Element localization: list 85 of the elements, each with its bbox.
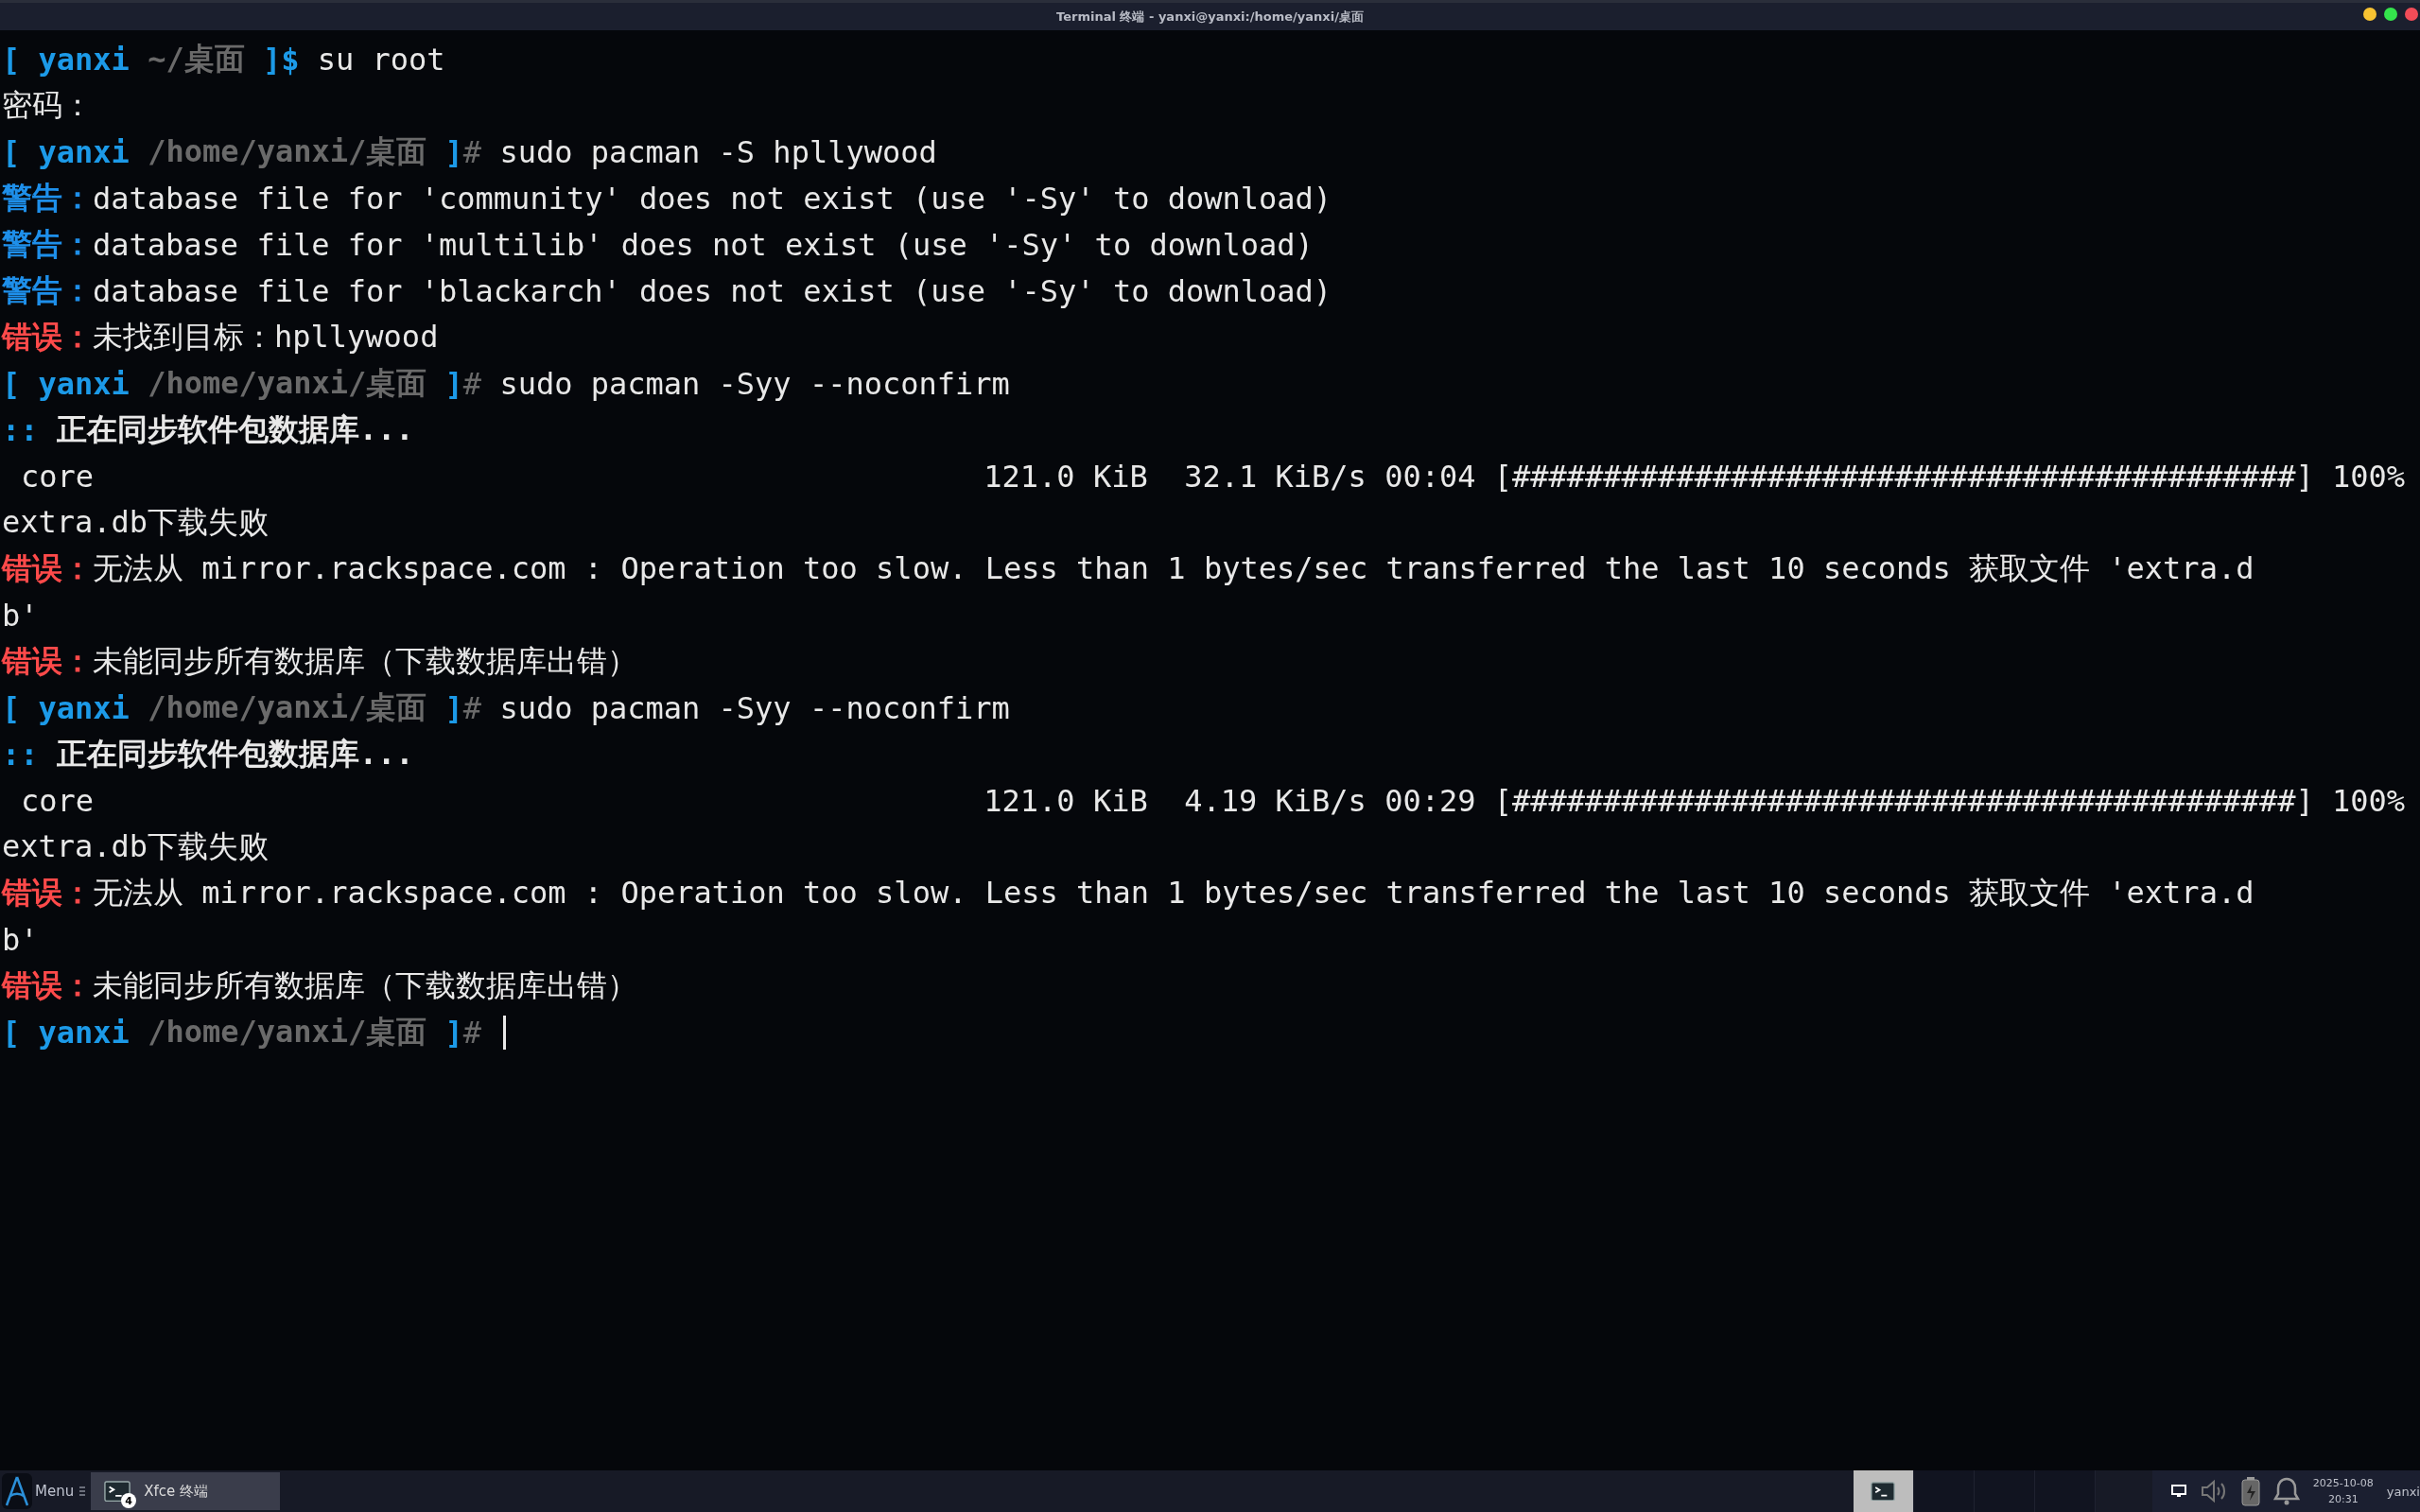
progress-percent: 100% xyxy=(2331,782,2405,819)
prompt-bracket: ] xyxy=(444,365,463,402)
output-text: database file for 'blackarch' does not exist (use '-Sy' to download) xyxy=(93,272,1332,309)
error-label: 错误： xyxy=(2,641,93,681)
sync-text: 正在同步软件包数据库... xyxy=(56,409,414,449)
error-label: 错误： xyxy=(2,317,93,356)
package-name: core xyxy=(21,458,95,495)
output-text: database file for 'multilib' does not exist (use '-Sy' to download) xyxy=(93,226,1314,263)
progress-percent: 100% xyxy=(2331,458,2405,495)
app-menu-icon[interactable] xyxy=(2,1473,32,1509)
output-text: 无法从 mirror.rackspace.com : Operation too slow. Less than 1 bytes/sec transferred the last 10 seconds 获取文件 'extra.d xyxy=(93,548,2255,588)
prompt-symbol: # xyxy=(462,689,482,726)
notification-bell-icon[interactable] xyxy=(2272,1477,2300,1505)
elapsed-time: 00:04 xyxy=(1384,458,1476,495)
command-text: su root xyxy=(317,41,445,78)
output-text: b' xyxy=(2,921,39,958)
prompt-bracket: [ xyxy=(2,133,21,170)
menu-label[interactable]: Menu xyxy=(35,1483,75,1500)
menu-icon[interactable] xyxy=(79,1486,86,1497)
prompt-symbol: # xyxy=(462,133,482,170)
workspace-button[interactable] xyxy=(1853,1470,1914,1512)
prompt-path: /home/yanxi/桌面 xyxy=(148,131,427,171)
warning-label: 警告： xyxy=(2,178,93,217)
prompt-user: yanxi xyxy=(38,41,130,78)
prompt-bracket: [ xyxy=(2,41,21,78)
output-text: extra.db下载失败 xyxy=(2,826,270,866)
prompt-path: /home/yanxi/桌面 xyxy=(148,1012,427,1051)
prompt-bracket: [ xyxy=(2,365,21,402)
sync-marker: :: xyxy=(2,411,39,448)
clock-time: 20:31 xyxy=(2327,1493,2359,1505)
output-text: 未能同步所有数据库（下载数据库出错） xyxy=(93,965,637,1005)
clock-date: 2025-10-08 xyxy=(2312,1477,2374,1489)
prompt-symbol: # xyxy=(462,365,482,402)
prompt-bracket: [ xyxy=(2,1014,21,1051)
output-text: 未能同步所有数据库（下载数据库出错） xyxy=(93,641,637,681)
terminal-icon xyxy=(104,1480,131,1503)
window-title: Terminal 终端 - yanxi@yanxi:/home/yanxi/桌面 xyxy=(1056,8,1364,26)
command-text: sudo pacman -Syy --noconfirm xyxy=(499,365,1010,402)
command-text: sudo pacman -S hpllywood xyxy=(499,133,937,170)
output-text: b' xyxy=(2,597,39,634)
error-label: 错误： xyxy=(2,873,93,912)
window-count-badge: 4 xyxy=(121,1493,137,1508)
error-label: 错误： xyxy=(2,548,93,588)
output-text: 未找到目标：hpllywood xyxy=(93,317,439,356)
terminal-icon xyxy=(1871,1481,1896,1502)
prompt-symbol: $ xyxy=(281,41,300,78)
download-size: 121.0 KiB xyxy=(984,458,1148,495)
close-button[interactable] xyxy=(2405,8,2418,21)
warning-label: 警告： xyxy=(2,224,93,264)
progress-hash-text: [###########################################] xyxy=(1493,782,2314,819)
command-text: sudo pacman -Syy --noconfirm xyxy=(499,689,1010,726)
output-text: database file for 'community' does not exist (use '-Sy' to download) xyxy=(93,180,1332,217)
output-text: extra.db下载失败 xyxy=(2,502,270,542)
prompt-path: ~/桌面 xyxy=(148,39,245,78)
prompt-bracket: ] xyxy=(444,133,463,170)
prompt-path: /home/yanxi/桌面 xyxy=(148,363,427,403)
progress-hash-text: [###########################################] xyxy=(1493,458,2314,495)
prompt-bracket: ] xyxy=(444,1014,463,1051)
download-speed: 32.1 KiB/s xyxy=(1184,458,1367,495)
error-label: 错误： xyxy=(2,965,93,1005)
display-icon[interactable] xyxy=(2170,1485,2186,1498)
prompt-symbol: # xyxy=(462,1014,482,1051)
user-name[interactable]: yanxi xyxy=(2386,1484,2420,1499)
prompt-bracket: ] xyxy=(444,689,463,726)
sync-text: 正在同步软件包数据库... xyxy=(56,734,414,773)
output-text: 密码： xyxy=(2,85,93,125)
sync-marker: :: xyxy=(2,736,39,773)
taskbar-window-button[interactable]: 4 Xfce 终端 xyxy=(91,1472,281,1510)
download-size: 121.0 KiB xyxy=(984,782,1148,819)
output-text: 无法从 mirror.rackspace.com : Operation too slow. Less than 1 bytes/sec transferred the last 10 seconds 获取文件 'extra.d xyxy=(93,873,2255,912)
prompt-user: yanxi xyxy=(38,1014,130,1051)
prompt-path: /home/yanxi/桌面 xyxy=(148,687,427,727)
speaker-icon[interactable] xyxy=(2199,1478,2228,1504)
minimize-button[interactable] xyxy=(2363,8,2376,21)
battery-icon[interactable] xyxy=(2240,1476,2260,1506)
prompt-user: yanxi xyxy=(38,689,130,726)
prompt-bracket: [ xyxy=(2,689,21,726)
elapsed-time: 00:29 xyxy=(1384,782,1476,819)
warning-label: 警告： xyxy=(2,270,93,310)
prompt-bracket: ] xyxy=(262,41,282,78)
package-name: core xyxy=(21,782,95,819)
prompt-user: yanxi xyxy=(38,365,130,402)
maximize-button[interactable] xyxy=(2384,8,2397,21)
download-speed: 4.19 KiB/s xyxy=(1184,782,1367,819)
prompt-user: yanxi xyxy=(38,133,130,170)
